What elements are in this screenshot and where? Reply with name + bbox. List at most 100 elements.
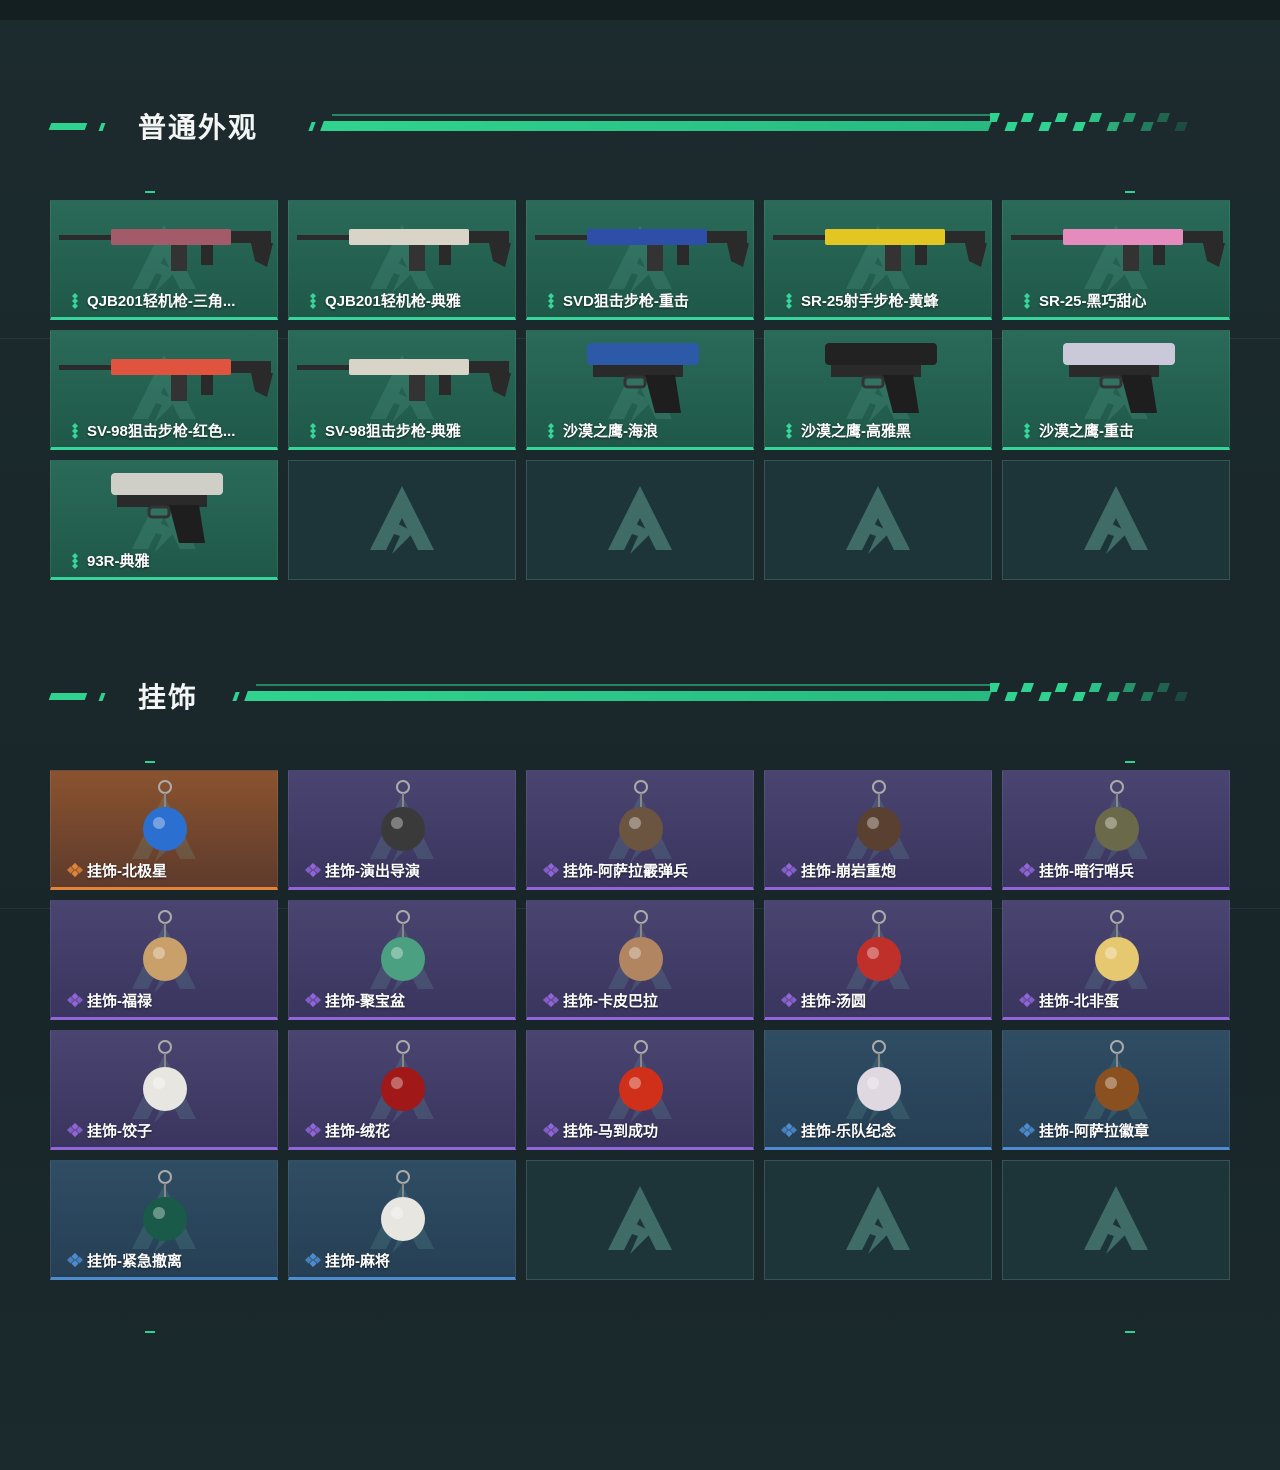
item-name: 93R-典雅 — [87, 553, 150, 570]
charm-card[interactable]: 挂饰-北非蛋 — [1002, 900, 1230, 1020]
empty-slot — [764, 1160, 992, 1280]
watermark-logo-icon — [838, 1180, 918, 1260]
empty-slot — [1002, 460, 1230, 580]
item-label: SV-98狙击步枪-红色... — [67, 420, 235, 441]
item-label: 挂饰-演出导演 — [305, 860, 420, 881]
item-name: QJB201轻机枪-典雅 — [325, 293, 461, 310]
charm-card[interactable]: 挂饰-崩岩重炮 — [764, 770, 992, 890]
skin-card[interactable]: SR-25-黑巧甜心 — [1002, 200, 1230, 320]
item-label: 挂饰-乐队纪念 — [781, 1120, 896, 1141]
charm-card[interactable]: 挂饰-阿萨拉徽章 — [1002, 1030, 1230, 1150]
skin-card[interactable]: 沙漠之鹰-高雅黑 — [764, 330, 992, 450]
header-accent — [48, 123, 88, 130]
lmg-icon — [59, 229, 273, 271]
corner-dash — [1125, 191, 1135, 193]
corner-dash — [145, 761, 155, 763]
item-name: 挂饰-麻将 — [325, 1253, 390, 1270]
charm-icon — [857, 780, 901, 851]
skin-card[interactable]: SR-25射手步枪-黄蜂 — [764, 200, 992, 320]
rarity-green-icon — [305, 292, 321, 310]
charm-card[interactable]: 挂饰-绒花 — [288, 1030, 516, 1150]
item-name: 挂饰-演出导演 — [325, 863, 420, 880]
skin-card[interactable]: 沙漠之鹰-海浪 — [526, 330, 754, 450]
charm-card[interactable]: 挂饰-汤圆 — [764, 900, 992, 1020]
skin-card[interactable]: SV-98狙击步枪-红色... — [50, 330, 278, 450]
marksman-rifle-icon — [1011, 229, 1225, 271]
charms-grid: 挂饰-北极星 挂饰-演出导演 挂饰-阿萨拉霰弹兵 挂饰-崩岩重炮 挂饰-暗行哨兵挂饰-福… — [50, 770, 1230, 1280]
item-name: 挂饰-汤圆 — [801, 993, 866, 1010]
skins-grid: QJB201轻机枪-三角... QJB201轻机枪-典雅 SVD狙击步枪-重击 SR-… — [50, 200, 1230, 580]
sniper-rifle-icon — [59, 359, 273, 401]
item-label: SR-25射手步枪-黄蜂 — [781, 290, 939, 311]
charm-card[interactable]: 挂饰-紧急撤离 — [50, 1160, 278, 1280]
skin-card[interactable]: 沙漠之鹰-重击 — [1002, 330, 1230, 450]
charm-icon — [381, 1040, 425, 1111]
skin-card[interactable]: QJB201轻机枪-典雅 — [288, 200, 516, 320]
charm-icon — [143, 780, 187, 851]
charm-icon — [143, 910, 187, 981]
item-name: 挂饰-饺子 — [87, 1123, 152, 1140]
item-label: 挂饰-马到成功 — [543, 1120, 658, 1141]
item-name: 挂饰-阿萨拉霰弹兵 — [563, 863, 688, 880]
charm-card[interactable]: 挂饰-饺子 — [50, 1030, 278, 1150]
item-name: QJB201轻机枪-三角... — [87, 293, 236, 310]
charm-icon — [381, 1170, 425, 1241]
item-name: 挂饰-福禄 — [87, 993, 152, 1010]
charm-card[interactable]: 挂饰-暗行哨兵 — [1002, 770, 1230, 890]
section-header-skins: 普通外观 — [48, 112, 1200, 143]
rarity-purple-icon — [67, 1122, 83, 1140]
pistol-icon — [111, 473, 223, 543]
rarity-purple-icon — [543, 862, 559, 880]
charm-card[interactable]: 挂饰-演出导演 — [288, 770, 516, 890]
sniper-rifle-icon — [297, 359, 511, 401]
item-name: 挂饰-卡皮巴拉 — [563, 993, 658, 1010]
charm-card[interactable]: 挂饰-聚宝盆 — [288, 900, 516, 1020]
rarity-green-icon — [1019, 422, 1035, 440]
item-label: SV-98狙击步枪-典雅 — [305, 420, 461, 441]
skin-card[interactable]: QJB201轻机枪-三角... — [50, 200, 278, 320]
header-accent — [48, 693, 88, 700]
header-accent — [98, 123, 106, 131]
item-label: 挂饰-卡皮巴拉 — [543, 990, 658, 1011]
item-name: 挂饰-马到成功 — [563, 1123, 658, 1140]
skin-card[interactable]: SV-98狙击步枪-典雅 — [288, 330, 516, 450]
rarity-blue-icon — [67, 1252, 83, 1270]
charm-card[interactable]: 挂饰-马到成功 — [526, 1030, 754, 1150]
charm-icon — [1095, 1040, 1139, 1111]
item-name: SVD狙击步枪-重击 — [563, 293, 689, 310]
corner-dash — [1125, 1331, 1135, 1333]
rarity-orange-icon — [67, 862, 83, 880]
rarity-green-icon — [67, 552, 83, 570]
item-name: 挂饰-紧急撤离 — [87, 1253, 182, 1270]
watermark-logo-icon — [600, 480, 680, 560]
charm-card[interactable]: 挂饰-乐队纪念 — [764, 1030, 992, 1150]
empty-slot — [288, 460, 516, 580]
item-label: 挂饰-崩岩重炮 — [781, 860, 896, 881]
empty-slot — [1002, 1160, 1230, 1280]
rarity-green-icon — [781, 292, 797, 310]
item-label: 挂饰-饺子 — [67, 1120, 152, 1141]
item-label: 沙漠之鹰-高雅黑 — [781, 420, 911, 441]
item-label: 挂饰-福禄 — [67, 990, 152, 1011]
sniper-rifle-icon — [535, 229, 749, 271]
checker-pattern — [990, 113, 1188, 131]
item-name: 挂饰-北非蛋 — [1039, 993, 1119, 1010]
item-name: 挂饰-乐队纪念 — [801, 1123, 896, 1140]
rarity-purple-icon — [305, 1122, 321, 1140]
item-label: 挂饰-阿萨拉徽章 — [1019, 1120, 1149, 1141]
skin-card[interactable]: SVD狙击步枪-重击 — [526, 200, 754, 320]
charm-card[interactable]: 挂饰-福禄 — [50, 900, 278, 1020]
charm-card[interactable]: 挂饰-北极星 — [50, 770, 278, 890]
item-label: 沙漠之鹰-重击 — [1019, 420, 1134, 441]
charm-card[interactable]: 挂饰-卡皮巴拉 — [526, 900, 754, 1020]
item-label: 挂饰-绒花 — [305, 1120, 390, 1141]
section-title: 普通外观 — [138, 112, 259, 143]
section-title: 挂饰 — [138, 682, 199, 713]
charm-card[interactable]: 挂饰-阿萨拉霰弹兵 — [526, 770, 754, 890]
item-label: 挂饰-阿萨拉霰弹兵 — [543, 860, 688, 881]
item-label: 沙漠之鹰-海浪 — [543, 420, 658, 441]
charm-card[interactable]: 挂饰-麻将 — [288, 1160, 516, 1280]
item-name: SR-25射手步枪-黄蜂 — [801, 293, 939, 310]
item-label: 挂饰-汤圆 — [781, 990, 866, 1011]
skin-card[interactable]: 93R-典雅 — [50, 460, 278, 580]
